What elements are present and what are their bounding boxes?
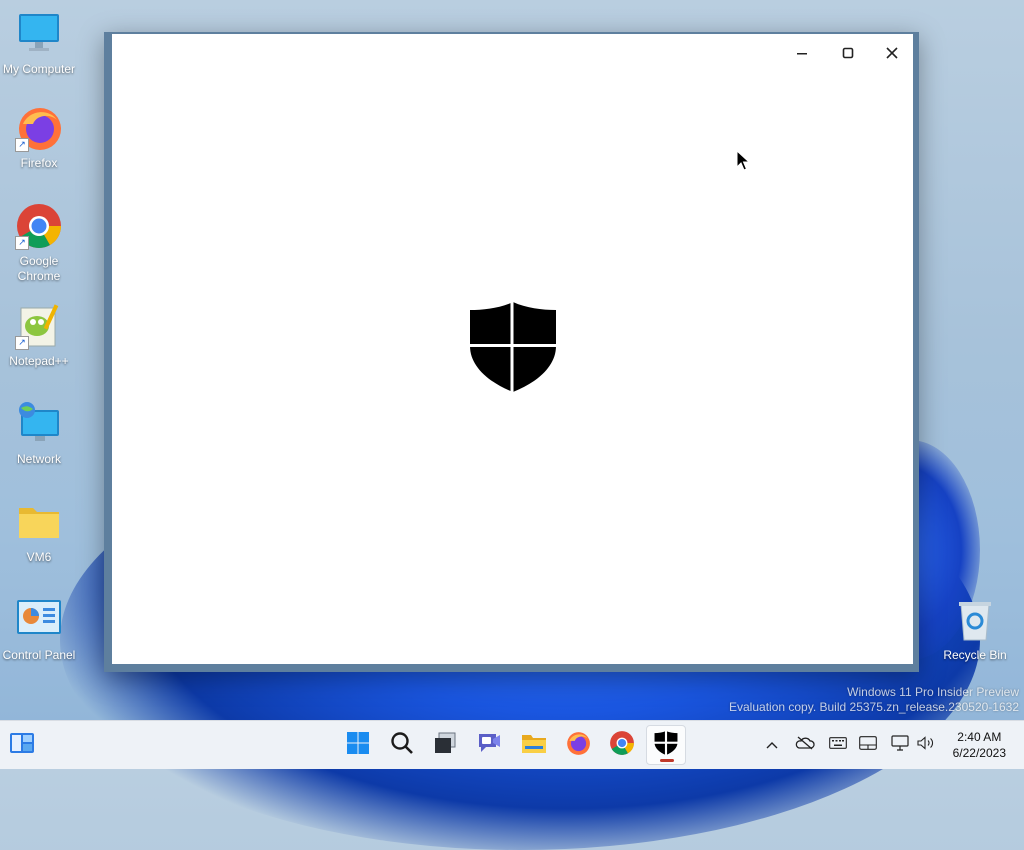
widgets-icon	[9, 732, 35, 759]
search-button[interactable]	[382, 725, 422, 765]
evaluation-watermark: Windows 11 Pro Insider Preview Evaluatio…	[729, 685, 1019, 715]
desktop-icon-label: Network	[16, 452, 61, 466]
network-icon	[15, 400, 63, 448]
desktop-icon-notepadpp[interactable]: ↗ Notepad++	[0, 302, 78, 369]
onedrive-offline-icon	[795, 736, 815, 755]
folder-icon	[15, 498, 63, 546]
clock-time: 2:40 AM	[957, 730, 1002, 744]
windows-security-icon	[654, 730, 678, 761]
clock-date: 6/22/2023	[952, 746, 1006, 760]
volume-icon	[917, 735, 935, 755]
clock[interactable]: 2:40 AM 6/22/2023	[953, 729, 1006, 761]
mouse-cursor-icon	[736, 149, 751, 177]
desktop-icon-label: Firefox	[20, 156, 58, 170]
app-window	[104, 32, 919, 672]
recycle-bin-icon	[951, 596, 999, 644]
desktop-icon-network[interactable]: Network	[0, 400, 78, 467]
firefox-icon	[565, 730, 591, 761]
close-button[interactable]	[870, 38, 914, 68]
shortcut-arrow-icon: ↗	[15, 336, 29, 350]
desktop-icon-label: Google Chrome	[17, 254, 61, 283]
monitor-icon	[15, 10, 63, 58]
window-client-area	[112, 34, 913, 664]
chat-icon	[476, 731, 502, 760]
watermark-line-1: Windows 11 Pro Insider Preview	[847, 685, 1019, 699]
show-hidden-icons-button[interactable]	[760, 721, 784, 769]
desktop-icon-label: My Computer	[2, 62, 76, 76]
start-icon	[346, 731, 370, 760]
chevron-up-icon	[766, 736, 778, 754]
file-explorer-icon	[521, 732, 547, 759]
shortcut-arrow-icon: ↗	[15, 236, 29, 250]
desktop-icon-label: Recycle Bin	[943, 648, 1007, 662]
maximize-icon	[842, 47, 854, 59]
desktop-icon-label: VM6	[26, 550, 52, 564]
start-button[interactable]	[338, 725, 378, 765]
onedrive-button[interactable]	[792, 721, 818, 769]
chrome-icon	[609, 730, 635, 761]
network-icon	[891, 734, 909, 756]
active-indicator	[660, 759, 674, 762]
shortcut-arrow-icon: ↗	[15, 138, 29, 152]
task-view-icon	[433, 732, 457, 759]
maximize-button[interactable]	[826, 38, 870, 68]
chrome-icon: ↗	[15, 202, 63, 250]
desktop-icon-label: Control Panel	[2, 648, 76, 662]
notepadpp-icon: ↗	[15, 302, 63, 350]
network-status-button[interactable]	[888, 721, 912, 769]
minimize-button[interactable]	[780, 38, 824, 68]
watermark-line-2: Evaluation copy. Build 25375.zn_release.…	[729, 700, 1019, 714]
minimize-icon	[796, 47, 808, 59]
file-explorer-button[interactable]	[514, 725, 554, 765]
search-icon	[390, 731, 414, 760]
widgets-button[interactable]	[2, 725, 42, 765]
firefox-taskbar-button[interactable]	[558, 725, 598, 765]
desktop-icon-recycle-bin[interactable]: Recycle Bin	[936, 596, 1014, 663]
close-icon	[886, 47, 898, 59]
chrome-taskbar-button[interactable]	[602, 725, 642, 765]
touch-keyboard-button[interactable]	[826, 721, 850, 769]
task-view-button[interactable]	[425, 725, 465, 765]
desktop-icon-google-chrome[interactable]: ↗ Google Chrome	[0, 202, 78, 284]
chat-button[interactable]	[469, 725, 509, 765]
control-panel-icon	[15, 596, 63, 644]
windows-security-taskbar-button[interactable]	[646, 725, 686, 765]
firefox-icon: ↗	[15, 104, 63, 152]
taskbar: 2:40 AM 6/22/2023	[0, 720, 1024, 769]
desktop-icon-control-panel[interactable]: Control Panel	[0, 596, 78, 663]
desktop-icon-firefox[interactable]: ↗ Firefox	[0, 104, 78, 171]
touchpad-icon	[859, 735, 877, 755]
windows-security-shield-icon	[468, 300, 558, 399]
desktop-icon-label: Notepad++	[9, 354, 69, 368]
touchpad-button[interactable]	[856, 721, 880, 769]
desktop-icon-my-computer[interactable]: My Computer	[0, 10, 78, 77]
desktop-icon-vm6[interactable]: VM6	[0, 498, 78, 565]
keyboard-icon	[829, 736, 847, 754]
volume-button[interactable]	[914, 721, 938, 769]
